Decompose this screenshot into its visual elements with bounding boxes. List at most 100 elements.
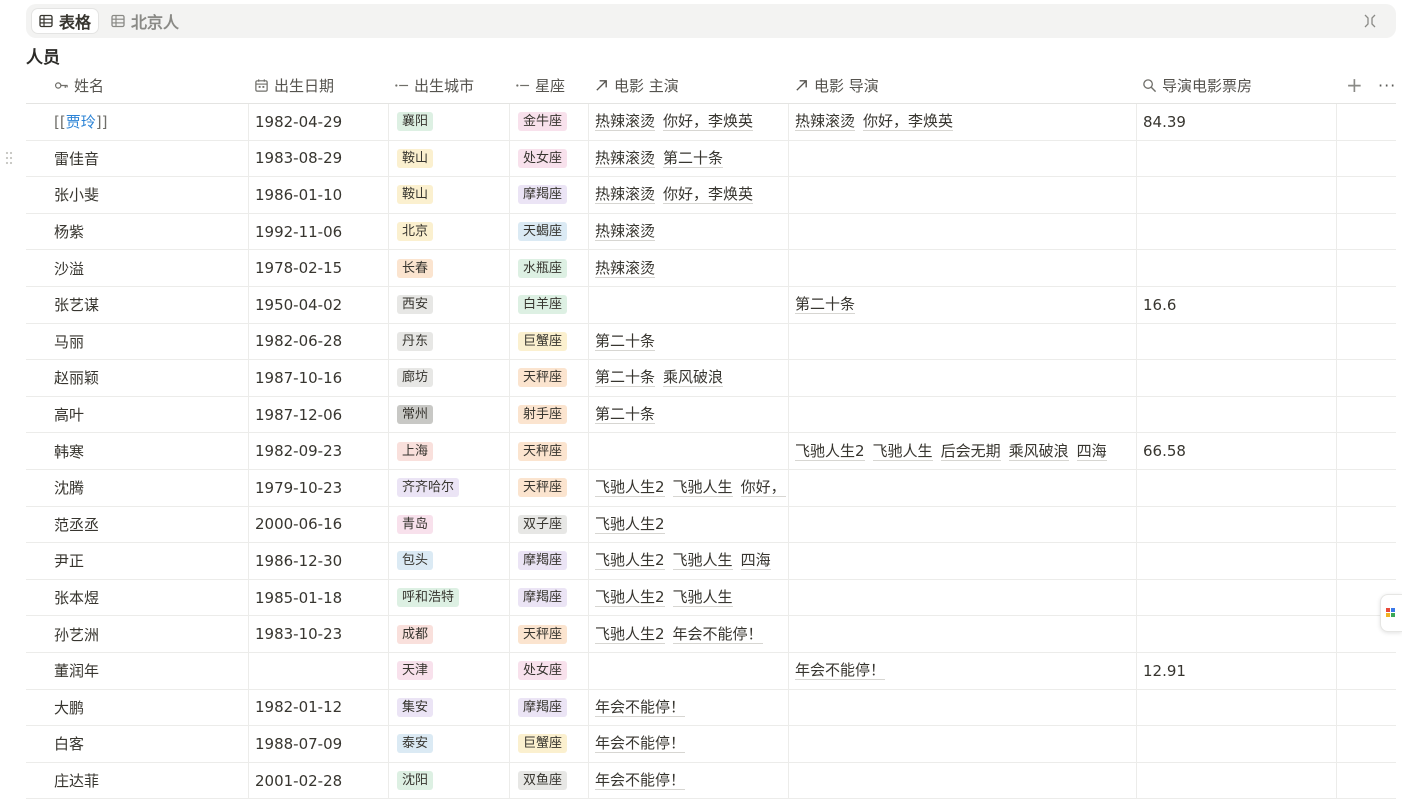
more-options-button[interactable]: ··· bbox=[1378, 67, 1396, 103]
cell-box-office[interactable] bbox=[1136, 616, 1336, 652]
movie-relation-link[interactable]: 飞驰人生2 bbox=[595, 478, 665, 498]
movie-relation-link[interactable]: 第二十条 bbox=[663, 149, 724, 168]
cell-directing[interactable] bbox=[788, 323, 1136, 360]
cell-name[interactable]: 杨紫 bbox=[54, 214, 248, 250]
column-header-zodiac[interactable]: 星座 bbox=[515, 67, 565, 103]
cell-directing[interactable]: 年会不能停！ bbox=[788, 653, 1136, 689]
cell-directing[interactable] bbox=[788, 177, 1136, 213]
movie-relation-link[interactable]: 飞驰人生2 bbox=[595, 588, 665, 608]
cell-name[interactable]: 大鹏 bbox=[54, 690, 248, 726]
cell-zodiac[interactable]: 金牛座 bbox=[509, 104, 588, 140]
cell-starring[interactable]: 飞驰人生2 bbox=[588, 506, 788, 543]
table-row[interactable]: 孙艺洲 1983-10-23 成都 天秤座 飞驰人生2 年会不能停！ bbox=[26, 616, 1396, 653]
cell-birth-city[interactable]: 襄阳 bbox=[388, 104, 509, 140]
cell-zodiac[interactable]: 白羊座 bbox=[509, 287, 588, 323]
movie-relation-link[interactable]: 第二十条 bbox=[595, 405, 656, 425]
cell-starring[interactable]: 第二十条 乘风破浪 bbox=[588, 360, 788, 396]
table-row[interactable]: 范丞丞 2000-06-16 青岛 双子座 飞驰人生2 bbox=[26, 506, 1396, 544]
table-row[interactable]: 杨紫 1992-11-06 北京 天蝎座 热辣滚烫 bbox=[26, 213, 1396, 251]
cell-name[interactable]: 韩寒 bbox=[54, 433, 248, 469]
movie-relation-link[interactable]: 飞驰人生 bbox=[672, 551, 733, 571]
cell-birth-city[interactable]: 呼和浩特 bbox=[388, 579, 509, 616]
cell-birthdate[interactable]: 1985-01-18 bbox=[248, 579, 388, 616]
column-header-starring[interactable]: 电影 主演 bbox=[594, 67, 679, 103]
cell-birthdate[interactable]: 1983-08-29 bbox=[248, 140, 388, 177]
cell-birthdate[interactable]: 1950-04-02 bbox=[248, 287, 388, 323]
movie-relation-link[interactable]: 飞驰人生 bbox=[672, 588, 733, 608]
cell-zodiac[interactable]: 水瓶座 bbox=[509, 250, 588, 286]
movie-relation-link[interactable]: 热辣滚烫 bbox=[595, 185, 656, 205]
table-row[interactable]: 白客 1988-07-09 泰安 巨蟹座 年会不能停！ bbox=[26, 726, 1396, 763]
cell-starring[interactable]: 热辣滚烫 bbox=[588, 250, 788, 286]
table-row[interactable]: 张本煜 1985-01-18 呼和浩特 摩羯座 飞驰人生2 飞驰人生 bbox=[26, 579, 1396, 617]
cell-directing[interactable] bbox=[788, 360, 1136, 396]
cell-directing[interactable] bbox=[788, 506, 1136, 543]
cell-name[interactable]: 尹正 bbox=[54, 543, 248, 579]
cell-starring[interactable]: 第二十条 bbox=[588, 323, 788, 360]
cell-box-office[interactable] bbox=[1136, 396, 1336, 433]
cell-birth-city[interactable]: 常州 bbox=[388, 396, 509, 433]
cell-name[interactable]: 张艺谋 bbox=[54, 287, 248, 323]
cell-directing[interactable] bbox=[788, 616, 1136, 652]
cell-directing[interactable] bbox=[788, 396, 1136, 433]
table-row[interactable]: 张小斐 1986-01-10 鞍山 摩羯座 热辣滚烫 你好，李焕英 bbox=[26, 177, 1396, 214]
cell-zodiac[interactable]: 摩羯座 bbox=[509, 177, 588, 213]
cell-birth-city[interactable]: 西安 bbox=[388, 287, 509, 323]
movie-relation-link[interactable]: 年会不能停！ bbox=[595, 771, 686, 791]
cell-zodiac[interactable]: 双鱼座 bbox=[509, 762, 588, 799]
cell-zodiac[interactable]: 天秤座 bbox=[509, 616, 588, 652]
cell-birthdate[interactable]: 1982-09-23 bbox=[248, 433, 388, 469]
table-row[interactable]: 大鹏 1982-01-12 集安 摩羯座 年会不能停！ bbox=[26, 689, 1396, 727]
cell-box-office[interactable]: 84.39 bbox=[1136, 104, 1336, 140]
cell-zodiac[interactable]: 双子座 bbox=[509, 506, 588, 543]
cell-zodiac[interactable]: 巨蟹座 bbox=[509, 726, 588, 762]
cell-birth-city[interactable]: 齐齐哈尔 bbox=[388, 470, 509, 506]
cell-directing[interactable] bbox=[788, 726, 1136, 762]
movie-relation-link[interactable]: 四海 bbox=[1076, 442, 1107, 461]
cell-box-office[interactable]: 12.91 bbox=[1136, 653, 1336, 689]
person-name-link[interactable]: 贾玲 bbox=[66, 111, 96, 132]
cell-box-office[interactable]: 16.6 bbox=[1136, 287, 1336, 323]
cell-box-office[interactable] bbox=[1136, 213, 1336, 250]
movie-relation-link[interactable]: 乘风破浪 bbox=[1008, 442, 1069, 461]
table-row[interactable]: [[贾玲]] 1982-04-29 襄阳 金牛座 热辣滚烫 你好，李焕英 热辣滚烫 你好，李焕… bbox=[26, 104, 1396, 141]
cell-box-office[interactable] bbox=[1136, 323, 1336, 360]
table-row[interactable]: 沈腾 1979-10-23 齐齐哈尔 天秤座 飞驰人生2 飞驰人生 你好， bbox=[26, 470, 1396, 507]
cell-box-office[interactable]: 66.58 bbox=[1136, 433, 1336, 469]
cell-starring[interactable]: 年会不能停！ bbox=[588, 726, 788, 762]
cell-birth-city[interactable]: 廊坊 bbox=[388, 360, 509, 396]
movie-relation-link[interactable]: 年会不能停！ bbox=[595, 698, 686, 717]
cell-birth-city[interactable]: 长春 bbox=[388, 250, 509, 286]
cell-name[interactable]: 庄达菲 bbox=[54, 763, 248, 799]
side-widget-button[interactable] bbox=[1380, 594, 1402, 632]
cell-directing[interactable] bbox=[788, 213, 1136, 250]
cell-box-office[interactable] bbox=[1136, 689, 1336, 726]
cell-birth-city[interactable]: 鞍山 bbox=[388, 140, 509, 177]
collapse-icon[interactable] bbox=[1362, 13, 1378, 29]
cell-directing[interactable] bbox=[788, 762, 1136, 799]
cell-birthdate[interactable]: 1982-06-28 bbox=[248, 323, 388, 360]
cell-starring[interactable]: 热辣滚烫 你好，李焕英 bbox=[588, 177, 788, 213]
cell-box-office[interactable] bbox=[1136, 177, 1336, 213]
cell-birth-city[interactable]: 包头 bbox=[388, 543, 509, 579]
movie-relation-link[interactable]: 第二十条 bbox=[595, 368, 656, 388]
cell-box-office[interactable] bbox=[1136, 250, 1336, 286]
movie-relation-link[interactable]: 四海 bbox=[740, 551, 771, 571]
cell-birth-city[interactable]: 北京 bbox=[388, 213, 509, 250]
table-row[interactable]: 马丽 1982-06-28 丹东 巨蟹座 第二十条 bbox=[26, 323, 1396, 361]
cell-starring[interactable]: 年会不能停！ bbox=[588, 762, 788, 799]
cell-starring[interactable]: 第二十条 bbox=[588, 396, 788, 433]
cell-birthdate[interactable]: 1986-01-10 bbox=[248, 177, 388, 213]
cell-starring[interactable]: 飞驰人生2 飞驰人生 bbox=[588, 579, 788, 616]
cell-birth-city[interactable]: 上海 bbox=[388, 433, 509, 469]
cell-starring[interactable]: 热辣滚烫 你好，李焕英 bbox=[588, 104, 788, 140]
cell-starring[interactable] bbox=[588, 433, 788, 469]
cell-birthdate[interactable] bbox=[248, 653, 388, 689]
cell-birthdate[interactable]: 1982-04-29 bbox=[248, 104, 388, 140]
cell-box-office[interactable] bbox=[1136, 726, 1336, 762]
movie-relation-link[interactable]: 你好，李焕英 bbox=[663, 185, 754, 205]
cell-zodiac[interactable]: 天秤座 bbox=[509, 433, 588, 469]
cell-zodiac[interactable]: 处女座 bbox=[509, 653, 588, 689]
cell-starring[interactable]: 热辣滚烫 第二十条 bbox=[588, 140, 788, 177]
cell-zodiac[interactable]: 处女座 bbox=[509, 140, 588, 177]
